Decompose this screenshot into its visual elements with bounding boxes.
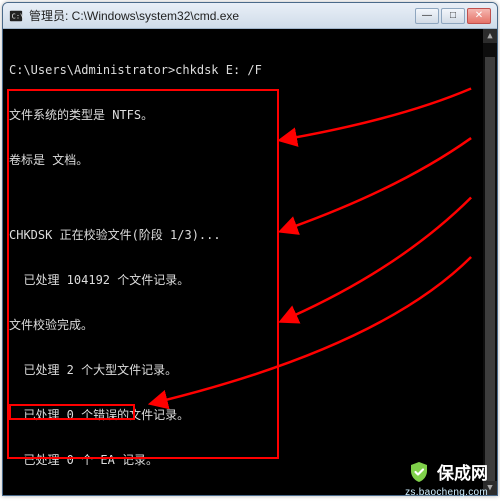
window-controls: — □ ✕ (415, 8, 491, 24)
annotation-arrows (3, 29, 497, 495)
svg-text:C:\: C:\ (12, 12, 23, 20)
minimize-button[interactable]: — (415, 8, 439, 24)
console-area[interactable]: C:\Users\Administrator>chkdsk E: /F 文件系统… (3, 29, 497, 495)
scroll-down-arrow[interactable]: ▼ (483, 481, 497, 495)
maximize-button[interactable]: □ (441, 8, 465, 24)
console-line: 卷标是 文档。 (9, 153, 491, 168)
cmd-window: C:\ 管理员: C:\Windows\system32\cmd.exe — □… (2, 2, 498, 496)
console-line: 已处理 0 个 EA 记录。 (9, 453, 491, 468)
scroll-up-arrow[interactable]: ▲ (483, 29, 497, 43)
stage1-header: CHKDSK 正在校验文件(阶段 1/3)... (9, 228, 491, 243)
vertical-scrollbar[interactable]: ▲ ▼ (483, 29, 497, 495)
console-line: 已处理 0 个错误的文件记录。 (9, 408, 491, 423)
window-title: 管理员: C:\Windows\system32\cmd.exe (29, 7, 415, 24)
scroll-thumb[interactable] (485, 57, 495, 495)
close-button[interactable]: ✕ (467, 8, 491, 24)
cmd-icon: C:\ (9, 9, 23, 23)
prompt-line: C:\Users\Administrator>chkdsk E: /F (9, 63, 491, 78)
console-line: 文件系统的类型是 NTFS。 (9, 108, 491, 123)
console-line: 已处理 2 个大型文件记录。 (9, 363, 491, 378)
console-line: 文件校验完成。 (9, 318, 491, 333)
titlebar[interactable]: C:\ 管理员: C:\Windows\system32\cmd.exe — □… (3, 3, 497, 29)
scroll-track[interactable] (483, 43, 497, 481)
console-line: 已处理 104192 个文件记录。 (9, 273, 491, 288)
